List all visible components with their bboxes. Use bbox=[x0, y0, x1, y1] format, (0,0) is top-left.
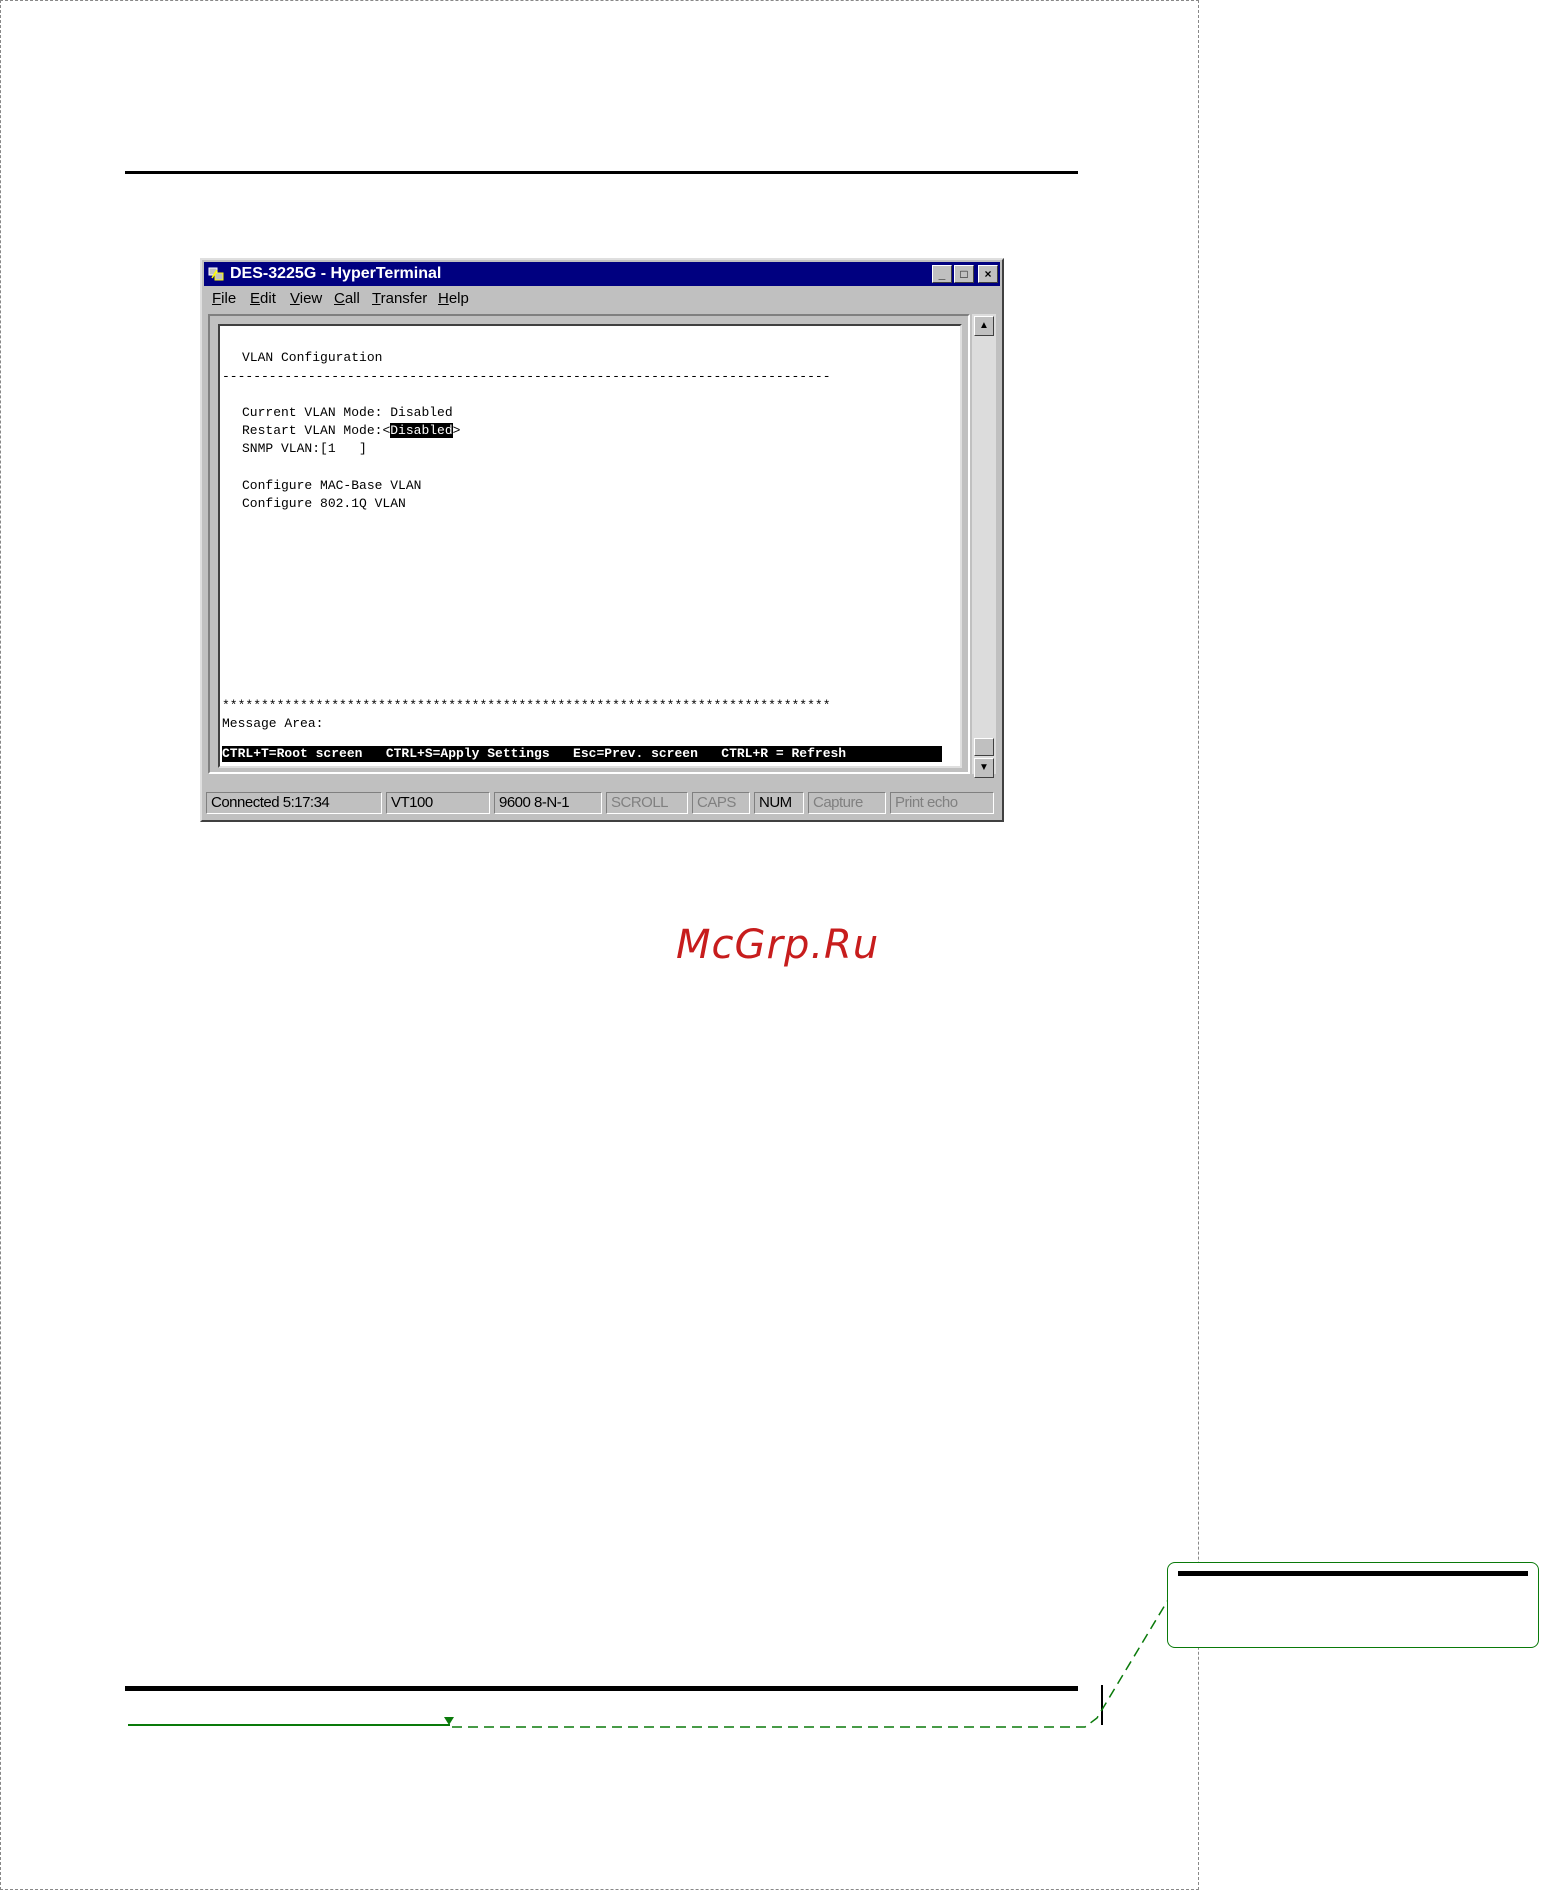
margin-callout-box bbox=[1167, 1562, 1539, 1648]
callout-rule bbox=[1178, 1571, 1528, 1576]
